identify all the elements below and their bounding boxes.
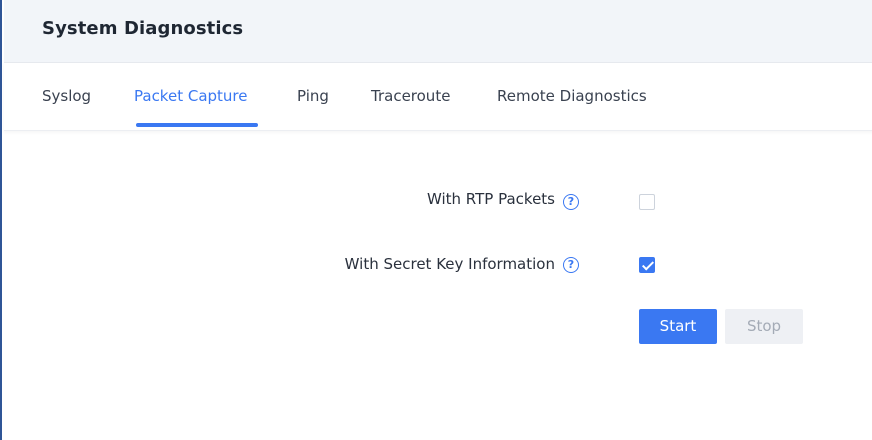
start-button[interactable]: Start: [639, 309, 717, 344]
checkmark-icon: [641, 258, 655, 271]
diagnostics-panel: System Diagnostics Syslog Packet Capture…: [0, 0, 872, 440]
secret-key-checkbox[interactable]: [639, 257, 655, 273]
title-bar: System Diagnostics: [4, 0, 872, 63]
tab-ping[interactable]: Ping: [297, 87, 329, 105]
tab-packet-capture[interactable]: Packet Capture: [134, 87, 247, 105]
tab-syslog[interactable]: Syslog: [42, 87, 91, 105]
tab-traceroute[interactable]: Traceroute: [371, 87, 450, 105]
secret-key-label: With Secret Key Information: [344, 255, 555, 273]
question-circle-icon[interactable]: ?: [563, 194, 579, 210]
rtp-packets-checkbox[interactable]: [639, 194, 655, 210]
tab-remote-diagnostics[interactable]: Remote Diagnostics: [497, 87, 647, 105]
stop-button[interactable]: Stop: [725, 309, 803, 344]
page-title: System Diagnostics: [42, 18, 244, 39]
active-tab-indicator: [136, 123, 258, 127]
tab-bar: Syslog Packet Capture Ping Traceroute Re…: [4, 63, 872, 131]
rtp-packets-label: With RTP Packets: [426, 190, 555, 208]
question-circle-icon[interactable]: ?: [563, 257, 579, 273]
